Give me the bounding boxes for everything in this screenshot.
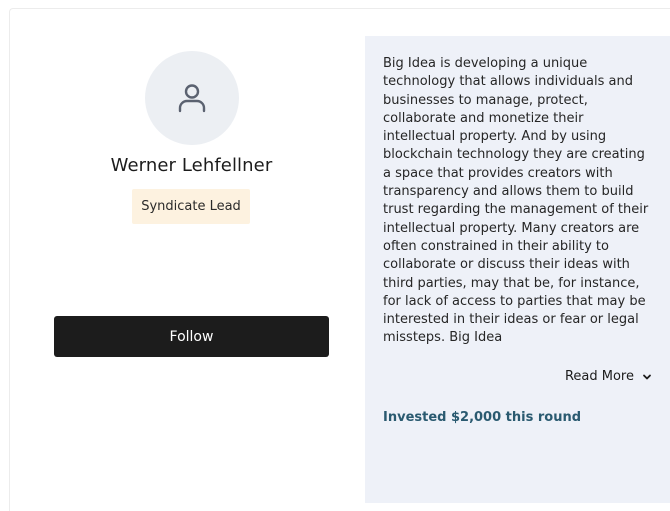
chevron-down-icon	[642, 373, 652, 381]
avatar	[145, 51, 239, 145]
syndicate-lead-card: Werner Lehfellner Syndicate Lead Follow …	[9, 8, 670, 511]
read-more-label: Read More	[564, 369, 634, 384]
invested-amount: Invested $2,000 this round	[383, 410, 582, 425]
description-text: Big Idea is developing a unique technolo…	[383, 56, 649, 346]
follow-button[interactable]: Follow	[54, 316, 329, 357]
lead-name: Werner Lehfellner	[110, 155, 273, 176]
read-more-button[interactable]: Read More	[565, 369, 652, 384]
description-container: Big Idea is developing a unique technolo…	[383, 55, 653, 347]
text-fade-overlay	[583, 327, 653, 347]
description-panel: Big Idea is developing a unique technolo…	[365, 36, 670, 503]
role-badge: Syndicate Lead	[132, 189, 250, 224]
user-icon	[175, 81, 209, 115]
